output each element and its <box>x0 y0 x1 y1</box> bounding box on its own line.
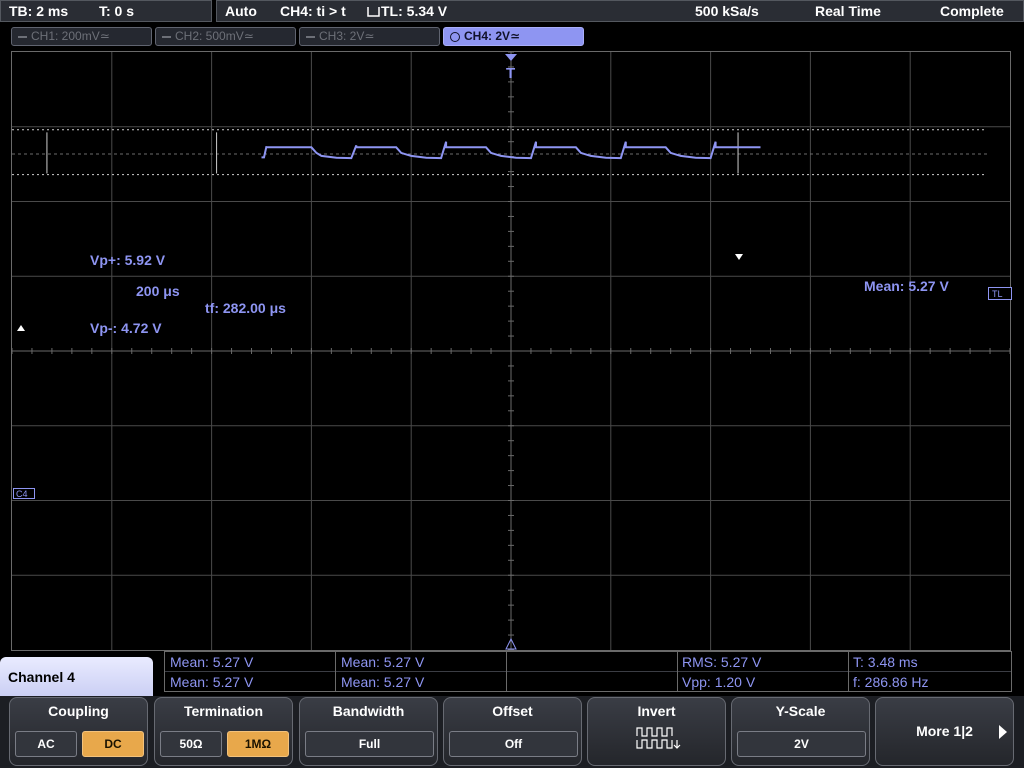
meas-cell: Mean: 5.27 V <box>341 654 425 670</box>
time-offset-value: T: 0 s <box>99 3 135 19</box>
offset-softkey[interactable]: Offset Off <box>443 697 582 766</box>
pulse-width-icon <box>367 7 380 17</box>
meas-cell: T: 3.48 ms <box>853 654 918 670</box>
ch1-label: CH1: 200mV <box>31 29 100 43</box>
trigger-condition: CH4: ti > t <box>280 3 346 19</box>
min-marker-icon <box>17 325 25 331</box>
measurement-col-divider <box>677 652 678 691</box>
arrow-right-icon <box>999 725 1007 739</box>
waveform-svg <box>11 51 1011 651</box>
coupling-title: Coupling <box>48 703 109 719</box>
offset-title: Offset <box>492 703 533 719</box>
dash-icon <box>306 35 315 38</box>
termination-softkey[interactable]: Termination 50Ω 1MΩ <box>154 697 293 766</box>
termination-1mohm-button[interactable]: 1MΩ <box>227 731 289 757</box>
trigger-marker-label: T <box>506 65 516 82</box>
dc-coupling-icon: ≃ <box>99 29 110 43</box>
more-label: More 1|2 <box>916 723 973 739</box>
invert-title: Invert <box>637 703 676 719</box>
meas-cell: f: 286.86 Hz <box>853 674 929 690</box>
acquisition-mode: Real Time <box>815 3 881 19</box>
meas-cell: Mean: 5.27 V <box>170 674 254 690</box>
meas-cell: Mean: 5.27 V <box>341 674 425 690</box>
dc-coupling-icon: ≃ <box>364 29 375 43</box>
tab-ch4[interactable]: CH4: 2V≃ <box>443 27 584 46</box>
measurement-panel: Mean: 5.27 V Mean: 5.27 V RMS: 5.27 V T:… <box>164 651 1012 692</box>
ring-icon <box>450 31 460 42</box>
coupling-ac-button[interactable]: AC <box>15 731 77 757</box>
coupling-softkey[interactable]: Coupling AC DC <box>9 697 148 766</box>
peak-marker-icon <box>735 254 743 260</box>
meas-cell: Vpp: 1.20 V <box>682 674 756 690</box>
timebase-value: TB: 2 ms <box>9 3 69 19</box>
measurement-col-divider <box>335 652 336 691</box>
tab-ch1[interactable]: CH1: 200mV≃ <box>11 27 152 46</box>
dash-icon <box>162 35 171 38</box>
ch3-label: CH3: 2V <box>319 29 365 43</box>
invert-softkey[interactable]: Invert <box>587 697 726 766</box>
bandwidth-title: Bandwidth <box>332 703 405 719</box>
coupling-dc-button[interactable]: DC <box>82 731 144 757</box>
offset-value[interactable]: Off <box>449 731 578 757</box>
yscale-softkey[interactable]: Y-Scale 2V <box>731 697 870 766</box>
yscale-value[interactable]: 2V <box>737 731 866 757</box>
meas-cell: Mean: 5.27 V <box>170 654 254 670</box>
waveform-display[interactable] <box>11 51 1011 651</box>
termination-title: Termination <box>183 703 264 719</box>
graticule <box>11 51 1011 651</box>
menu-title: Channel 4 <box>0 657 153 699</box>
sample-rate: 500 kSa/s <box>695 3 759 19</box>
trigger-level-marker[interactable]: TL <box>988 287 1012 300</box>
vp-minus-readout: Vp-: 4.72 V <box>90 320 162 336</box>
meas-cell: RMS: 5.27 V <box>682 654 762 670</box>
dc-coupling-icon: ≃ <box>243 29 254 43</box>
invert-waveform-icon <box>636 727 681 749</box>
fall-time-readout: tf: 282.00 μs <box>205 300 286 316</box>
channel4-ground-marker[interactable]: C4 <box>13 488 35 499</box>
rise-time-readout: 200 μs <box>136 283 180 299</box>
acquisition-status: Complete <box>940 3 1004 19</box>
mean-readout: Mean: 5.27 V <box>864 278 949 294</box>
vp-plus-readout: Vp+: 5.92 V <box>90 252 166 268</box>
ch2-label: CH2: 500mV <box>175 29 244 43</box>
trigger-mode: Auto <box>225 3 257 19</box>
measurement-col-divider <box>848 652 849 691</box>
bandwidth-softkey[interactable]: Bandwidth Full <box>299 697 438 766</box>
bandwidth-value[interactable]: Full <box>305 731 434 757</box>
trigger-acq-bar[interactable]: Auto CH4: ti > t TL: 5.34 V 500 kSa/s Re… <box>216 0 1024 22</box>
measurement-col-divider <box>506 652 507 691</box>
ch4-label: CH4: 2V <box>464 29 511 43</box>
dc-coupling-icon: ≃ <box>510 29 521 43</box>
timebase-bar[interactable]: TB: 2 ms T: 0 s <box>0 0 212 22</box>
trigger-bottom-icon <box>505 638 517 650</box>
yscale-title: Y-Scale <box>775 703 826 719</box>
dash-icon <box>18 35 27 38</box>
measurement-row-divider <box>165 671 1011 672</box>
cursor-lines <box>12 129 987 176</box>
trigger-level: TL: 5.34 V <box>381 3 448 19</box>
more-softkey[interactable]: More 1|2 <box>875 697 1014 766</box>
tab-ch2[interactable]: CH2: 500mV≃ <box>155 27 296 46</box>
tab-ch3[interactable]: CH3: 2V≃ <box>299 27 440 46</box>
termination-50ohm-button[interactable]: 50Ω <box>160 731 222 757</box>
